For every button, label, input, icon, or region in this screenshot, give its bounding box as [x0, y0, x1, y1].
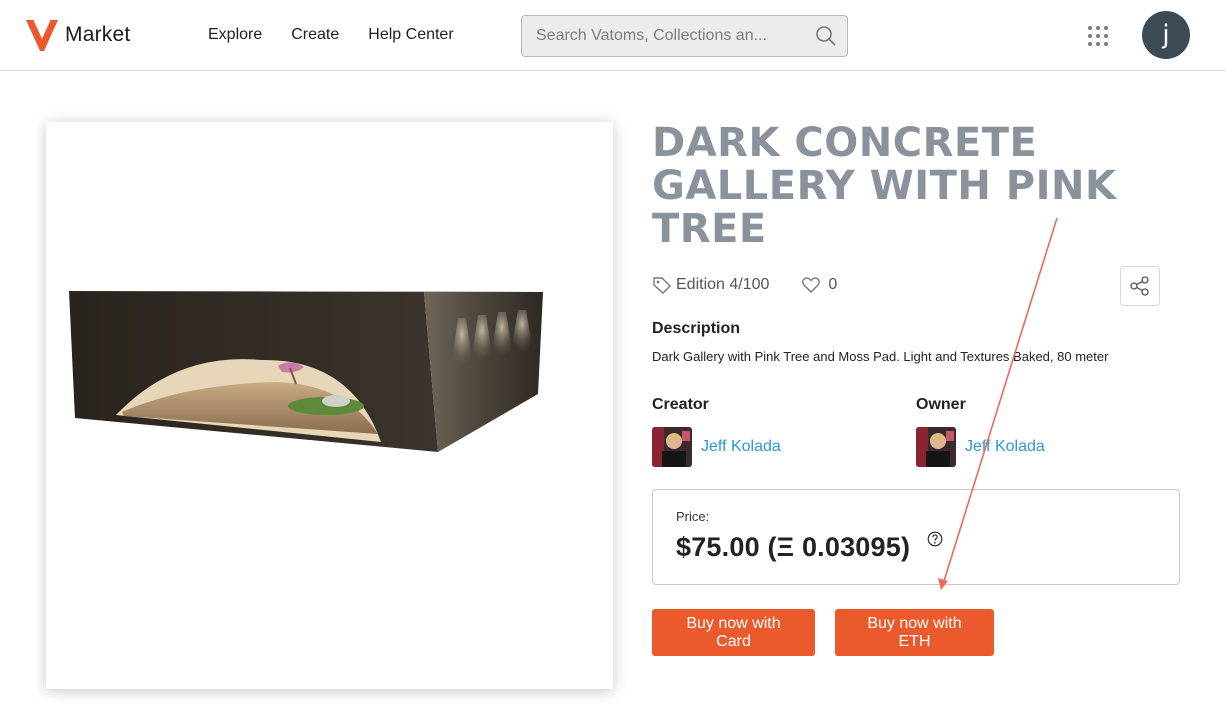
heart-icon[interactable] — [802, 277, 821, 293]
owner-avatar[interactable] — [916, 427, 956, 467]
market-logo[interactable]: Market — [25, 17, 130, 53]
price-label: Price: — [676, 509, 710, 524]
top-header: Market Explore Create Help Center j — [0, 0, 1226, 71]
gallery-3d-render — [69, 291, 543, 452]
user-avatar[interactable]: j — [1142, 11, 1190, 59]
buy-with-card-button[interactable]: Buy now with Card — [652, 609, 815, 656]
share-icon — [1130, 276, 1149, 296]
price-value: $75.00 (Ξ 0.03095) — [676, 532, 911, 562]
nav-create[interactable]: Create — [291, 26, 339, 44]
description-text: Dark Gallery with Pink Tree and Moss Pad… — [652, 349, 1109, 364]
main-nav: Explore Create Help Center — [208, 26, 483, 44]
item-meta: Edition 4/100 0 — [652, 276, 837, 294]
owner-profile: Jeff Kolada — [916, 427, 1045, 467]
nav-help-center[interactable]: Help Center — [368, 26, 453, 44]
owner-name-link[interactable]: Jeff Kolada — [965, 438, 1045, 456]
edition-info: Edition 4/100 — [652, 276, 769, 294]
search-input[interactable] — [522, 16, 792, 56]
search-box — [521, 15, 848, 57]
nav-explore[interactable]: Explore — [208, 26, 262, 44]
search-icon[interactable] — [815, 25, 837, 47]
like-count: 0 — [828, 276, 838, 293]
help-circle-icon[interactable] — [927, 531, 943, 547]
edition-text: Edition 4/100 — [676, 276, 770, 293]
logo-text: Market — [65, 23, 131, 46]
apps-grid-icon[interactable] — [1088, 26, 1108, 46]
item-preview[interactable] — [46, 122, 613, 689]
owner-heading: Owner — [916, 396, 966, 413]
creator-profile: Jeff Kolada — [652, 427, 781, 467]
item-title: DARK CONCRETE GALLERY WITH PINK TREE — [652, 120, 1117, 252]
creator-name-link[interactable]: Jeff Kolada — [701, 438, 781, 456]
price-panel: Price: $75.00 (Ξ 0.03095) — [652, 489, 1180, 585]
like-control[interactable]: 0 — [802, 276, 837, 294]
creator-avatar[interactable] — [652, 427, 692, 467]
creator-heading: Creator — [652, 396, 709, 413]
description-heading: Description — [652, 320, 741, 337]
logo-v-icon — [26, 19, 58, 51]
buy-with-eth-button[interactable]: Buy now with ETH — [835, 609, 994, 656]
share-button[interactable] — [1120, 266, 1160, 306]
tag-icon — [653, 277, 671, 294]
